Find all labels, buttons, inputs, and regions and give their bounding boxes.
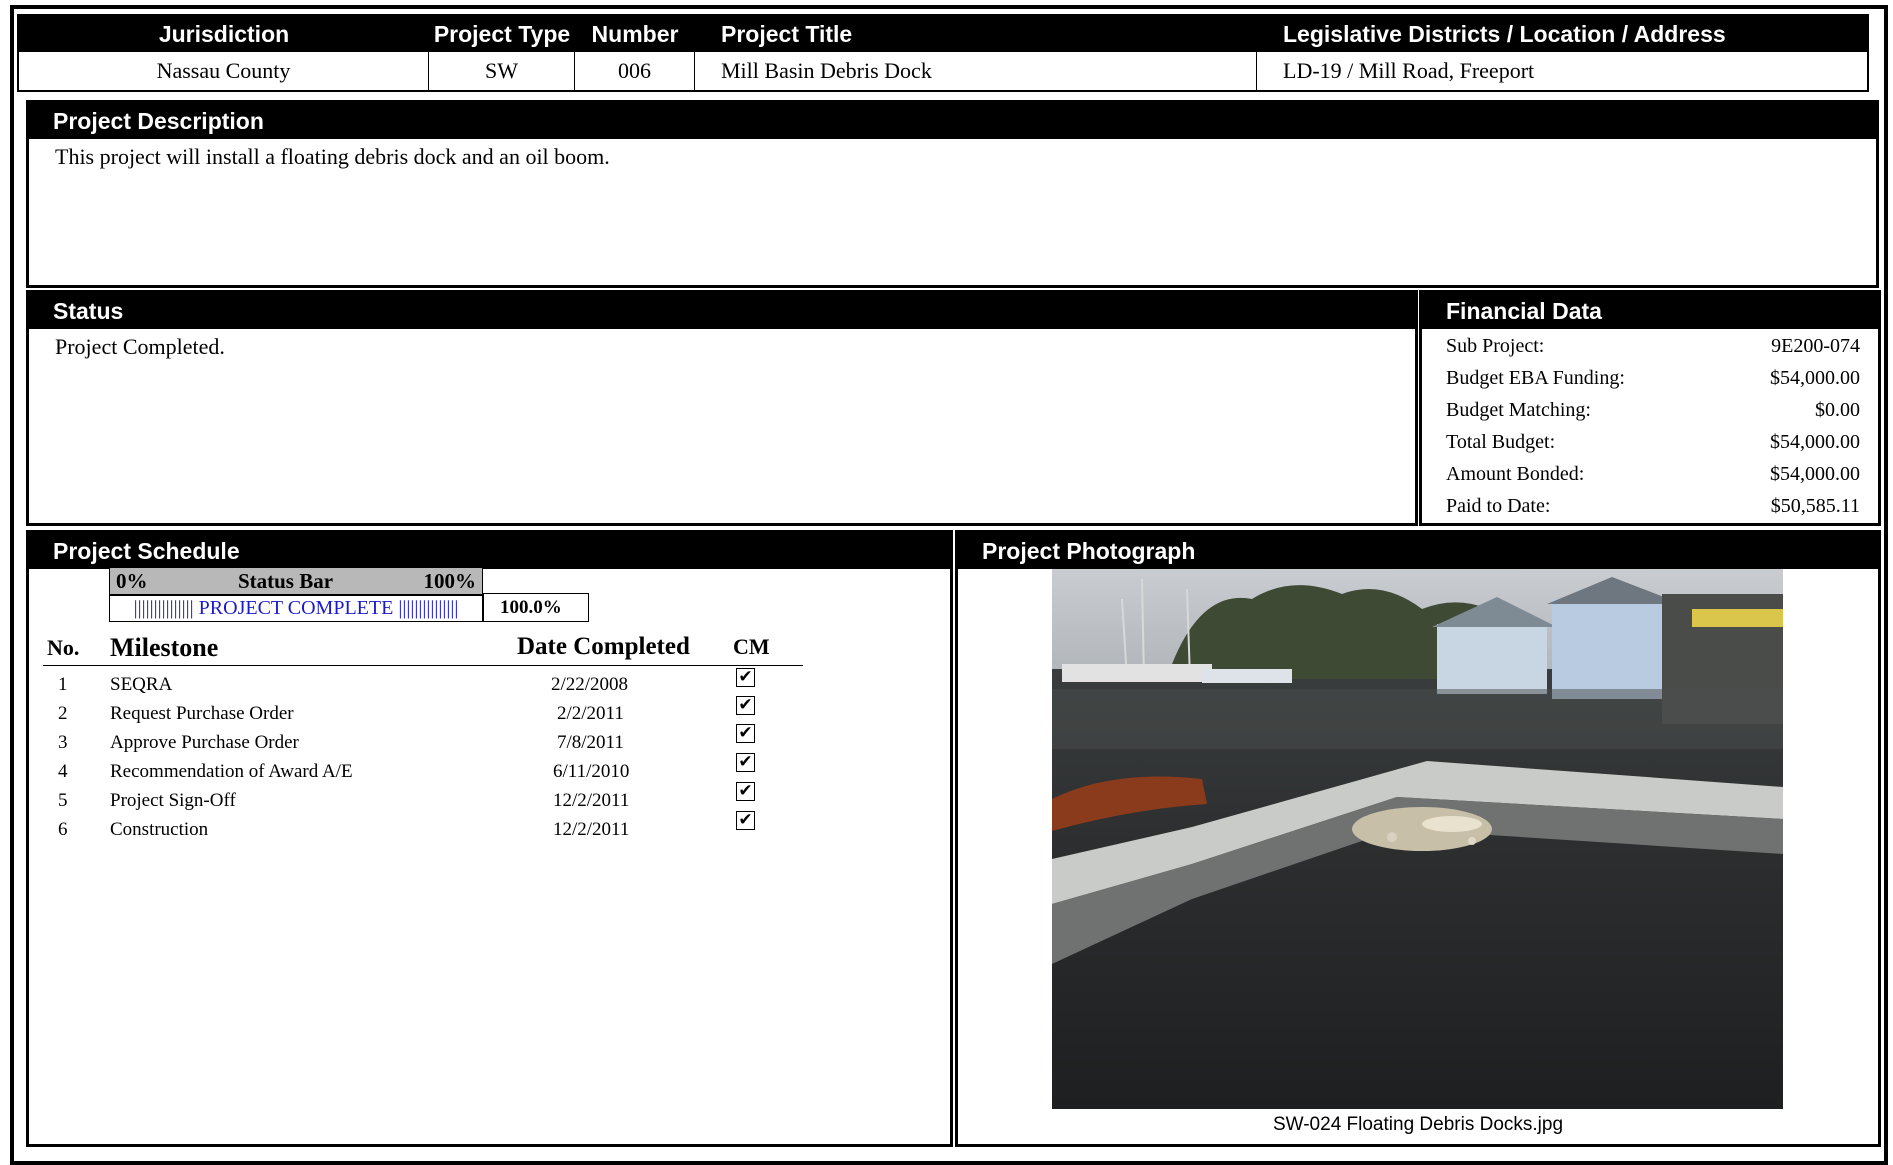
financial-data-section: Financial Data Sub Project: 9E200-074 Bud… xyxy=(1419,290,1881,526)
milestone-date: 12/2/2011 xyxy=(553,819,630,840)
milestone-row: 5 Project Sign-Off 12/2/2011 ✔ xyxy=(43,782,803,816)
status-text: Project Completed. xyxy=(55,334,225,359)
project-header-table: Jurisdiction Project Type Number Project… xyxy=(17,14,1869,92)
checkbox-checked-icon[interactable]: ✔ xyxy=(736,696,755,715)
col-date-completed: Date Completed xyxy=(517,633,690,660)
financial-label: Total Budget: xyxy=(1446,430,1556,453)
number-value: 006 xyxy=(575,52,695,90)
col-project-title: Project Title xyxy=(721,20,853,47)
financial-row: Amount Bonded: $54,000.00 xyxy=(1446,458,1860,490)
financial-label: Sub Project: xyxy=(1446,334,1545,357)
col-location: Legislative Districts / Location / Addre… xyxy=(1283,20,1726,47)
financial-value: $50,585.11 xyxy=(1770,494,1860,517)
progress-bar: ||||||||||||||| PROJECT COMPLETE |||||||… xyxy=(109,595,483,622)
project-photo xyxy=(1052,569,1783,1109)
milestone-no: 2 xyxy=(58,703,68,724)
status-bar-max: 100% xyxy=(423,568,476,593)
financial-value: $0.00 xyxy=(1815,398,1860,421)
milestone-name: Construction xyxy=(110,819,209,840)
col-cm: CM xyxy=(733,634,770,659)
col-jurisdiction: Jurisdiction xyxy=(158,20,290,47)
milestone-no: 1 xyxy=(58,674,68,695)
milestone-header: No. Milestone Date Completed CM xyxy=(43,631,803,666)
status-bar-scale: 0% Status Bar 100% xyxy=(109,567,483,595)
milestone-no: 5 xyxy=(58,790,68,811)
financial-value: 9E200-074 xyxy=(1771,334,1860,357)
col-no: No. xyxy=(47,635,80,660)
checkbox-checked-icon[interactable]: ✔ xyxy=(736,782,755,801)
project-description-section: Project Description This project will in… xyxy=(26,100,1879,288)
financial-row: Budget EBA Funding: $54,000.00 xyxy=(1446,362,1860,394)
section-title: Financial Data xyxy=(1422,293,1878,329)
jurisdiction-value: Nassau County xyxy=(19,52,429,90)
financial-row: Sub Project: 9E200-074 xyxy=(1446,330,1860,362)
milestone-row: 1 SEQRA 2/22/2008 ✔ xyxy=(43,668,803,700)
milestone-no: 3 xyxy=(58,732,68,753)
financial-value: $54,000.00 xyxy=(1770,366,1860,389)
section-title: Project Schedule xyxy=(29,533,950,569)
milestone-name: Approve Purchase Order xyxy=(110,732,299,753)
financial-label: Paid to Date: xyxy=(1446,494,1551,517)
financial-row: Total Budget: $54,000.00 xyxy=(1446,426,1860,458)
section-title: Status xyxy=(29,293,1415,329)
status-section: Status Project Completed. xyxy=(26,290,1418,526)
milestone-name: Project Sign-Off xyxy=(110,790,236,811)
milestone-date: 2/2/2011 xyxy=(557,703,624,724)
milestone-date: 2/22/2008 xyxy=(551,674,629,695)
milestone-name: Recommendation of Award A/E xyxy=(110,761,353,782)
financial-value: $54,000.00 xyxy=(1770,430,1860,453)
col-milestone: Milestone xyxy=(110,633,219,662)
progress-percent: 100.0% xyxy=(483,593,589,622)
col-project-type: Project Type xyxy=(433,20,571,47)
status-bar-label: Status Bar xyxy=(237,568,334,593)
section-title: Project Photograph xyxy=(958,533,1878,569)
milestone-name: SEQRA xyxy=(110,674,173,695)
financial-label: Budget Matching: xyxy=(1446,398,1591,421)
milestone-name: Request Purchase Order xyxy=(110,703,294,724)
milestone-no: 6 xyxy=(58,819,68,840)
financial-label: Budget EBA Funding: xyxy=(1446,366,1625,389)
financial-table: Sub Project: 9E200-074 Budget EBA Funding… xyxy=(1446,330,1860,522)
checkbox-checked-icon[interactable]: ✔ xyxy=(736,753,755,772)
project-photograph-section: Project Photograph SW-024 Floating Debri… xyxy=(955,530,1881,1147)
checkbox-checked-icon[interactable]: ✔ xyxy=(736,811,755,830)
milestone-row: 3 Approve Purchase Order 7/8/2011 ✔ xyxy=(43,724,803,758)
project-title-value: Mill Basin Debris Dock xyxy=(695,52,1257,90)
financial-row: Paid to Date: $50,585.11 xyxy=(1446,490,1860,522)
value-row: Nassau County SW 006 Mill Basin Debris D… xyxy=(19,52,1867,90)
project-schedule-section: Project Schedule 0% Status Bar 100% ||||… xyxy=(26,530,953,1147)
photo-caption: SW-024 Floating Debris Docks.jpg xyxy=(1272,1114,1564,1135)
section-title: Project Description xyxy=(29,103,1876,139)
financial-row: Budget Matching: $0.00 xyxy=(1446,394,1860,426)
photo-illustration xyxy=(1052,569,1783,1109)
checkbox-checked-icon[interactable]: ✔ xyxy=(736,668,755,687)
milestone-date: 6/11/2010 xyxy=(553,761,630,782)
header-row: Jurisdiction Project Type Number Project… xyxy=(19,16,1867,52)
milestone-row: 4 Recommendation of Award A/E 6/11/2010 … xyxy=(43,753,803,787)
location-value: LD-19 / Mill Road, Freeport xyxy=(1283,58,1535,83)
col-number: Number xyxy=(591,20,679,47)
checkbox-checked-icon[interactable]: ✔ xyxy=(736,724,755,743)
milestone-row: 2 Request Purchase Order 2/2/2011 ✔ xyxy=(43,696,803,729)
status-bar-min: 0% xyxy=(116,568,148,593)
milestone-list: 1 SEQRA 2/22/2008 ✔ 2 Request Purchase O… xyxy=(43,668,803,845)
description-text: This project will install a floating deb… xyxy=(55,144,610,169)
milestone-row: 6 Construction 12/2/2011 ✔ xyxy=(43,811,803,845)
project-type-value: SW xyxy=(429,52,575,90)
financial-value: $54,000.00 xyxy=(1770,462,1860,485)
financial-label: Amount Bonded: xyxy=(1446,462,1585,485)
milestone-date: 12/2/2011 xyxy=(553,790,630,811)
milestone-date: 7/8/2011 xyxy=(557,732,624,753)
status-bar: 0% Status Bar 100% ||||||||||||||| PROJE… xyxy=(109,567,589,622)
milestone-no: 4 xyxy=(58,761,68,782)
